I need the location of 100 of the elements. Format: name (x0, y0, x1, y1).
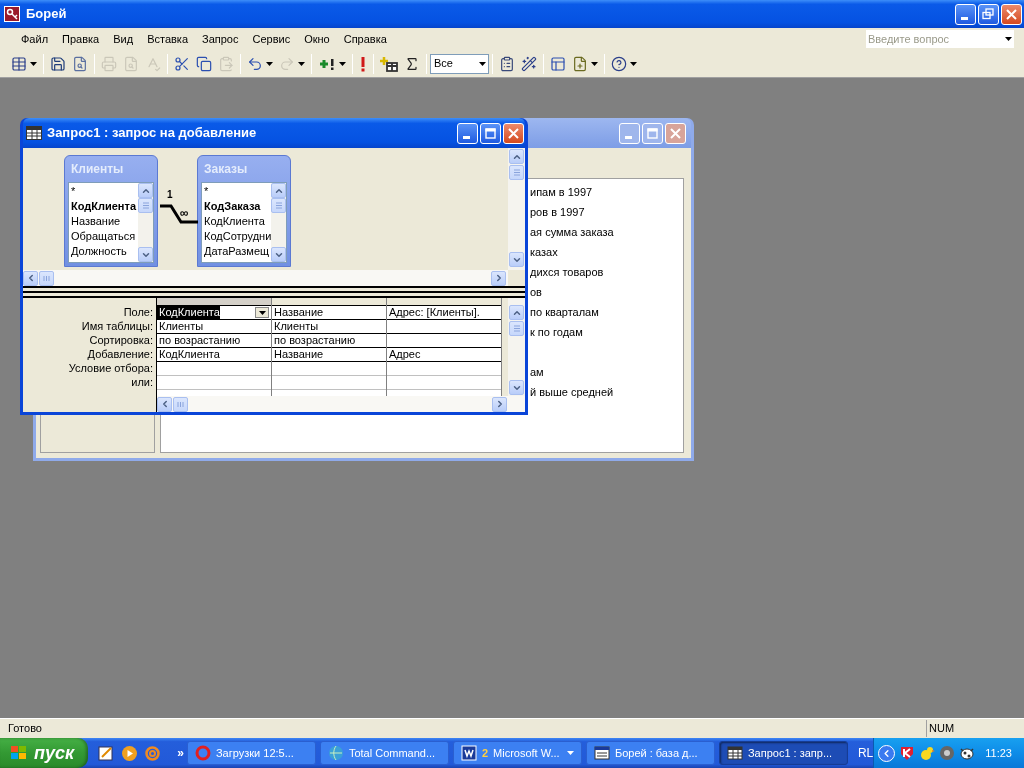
grid-cell[interactable]: КодКлиента (157, 348, 220, 361)
ring-icon (194, 745, 211, 761)
scroll-thumb[interactable] (138, 198, 153, 213)
grid-cell[interactable]: Название (272, 306, 324, 319)
scroll-down-button[interactable] (509, 380, 524, 395)
close-icon (1004, 6, 1019, 22)
exclamation-icon (359, 55, 367, 72)
taskbar-button[interactable]: Загрузки 12:5... (186, 741, 316, 765)
scroll-down-button[interactable] (509, 252, 524, 267)
grid-cell[interactable]: КодКлиента (157, 306, 220, 319)
object-item[interactable]: дихся товаров (530, 263, 604, 281)
object-item[interactable]: казах (530, 243, 558, 261)
caret-icon (591, 61, 598, 66)
object-item[interactable]: к по годам (530, 323, 583, 341)
minimize-button[interactable] (457, 122, 478, 144)
menu-item[interactable]: Запрос (195, 30, 246, 48)
menu-item[interactable]: Правка (55, 30, 107, 48)
close-icon (668, 125, 683, 141)
close-button[interactable] (1001, 3, 1022, 25)
notepad-icon[interactable] (98, 744, 116, 762)
scroll-down-button[interactable] (138, 247, 153, 262)
menu-item[interactable]: Вид (106, 30, 141, 48)
scroll-up-button[interactable] (138, 183, 153, 198)
menu-item[interactable]: Справка (336, 30, 394, 48)
taskbar-button[interactable]: Total Command... (319, 741, 449, 765)
column-selector[interactable] (387, 298, 501, 306)
field-item[interactable]: КодСотрудни (204, 229, 271, 244)
object-item[interactable]: по кварталам (530, 303, 599, 321)
field-item[interactable]: КодКлиента (204, 214, 271, 229)
field-item[interactable]: ДатаРазмещ (204, 244, 271, 259)
column-selector[interactable] (157, 298, 271, 306)
scroll-down-button[interactable] (271, 247, 286, 262)
menu-item[interactable]: Окно (297, 30, 337, 48)
grid-cell[interactable]: Адрес: [Клиенты]. (387, 306, 480, 319)
maximize-button[interactable] (480, 122, 501, 144)
row-label: Поле: (122, 305, 153, 319)
scroll-left-button[interactable] (157, 396, 172, 412)
start-button[interactable]: пуск (0, 738, 89, 768)
scroll-thumb[interactable] (509, 321, 524, 336)
scroll-right-button[interactable] (492, 396, 507, 412)
relationship-label: ∞ (180, 207, 189, 219)
language-indicator[interactable]: RL (857, 744, 874, 762)
ring-icon[interactable] (144, 744, 162, 762)
scissors-icon (174, 55, 190, 72)
more-button[interactable]: » (177, 744, 184, 762)
object-item[interactable]: ов (530, 283, 542, 301)
menu-item[interactable]: Сервис (245, 30, 298, 48)
scroll-thumb[interactable] (271, 198, 286, 213)
task-label: Microsoft W... (493, 745, 560, 761)
field-item[interactable]: * (204, 184, 271, 199)
object-item[interactable]: ров в 1997 (530, 203, 585, 221)
grid-column[interactable]: Название Клиенты по возрастанию Название (272, 298, 387, 396)
grid-cell[interactable]: Адрес (387, 348, 421, 361)
dropdown-button[interactable] (255, 307, 269, 318)
grid-column[interactable]: КодКлиента Клиенты по возрастанию КодКлиента (157, 298, 272, 396)
taskbar-button[interactable]: Борей : база д... (585, 741, 715, 765)
scroll-up-button[interactable] (271, 183, 286, 198)
scroll-up-button[interactable] (509, 149, 524, 164)
grid-cell[interactable]: Клиенты (157, 320, 204, 333)
window-title: Борей (26, 5, 68, 24)
menu-item[interactable]: Файл (14, 30, 56, 48)
row-label: Сортировка: (88, 333, 153, 347)
field-item[interactable]: Обращаться (71, 229, 138, 244)
restore-button[interactable] (978, 3, 999, 25)
menu-item[interactable]: Вставка (140, 30, 195, 48)
grid-cell[interactable]: по возрастанию (157, 334, 241, 347)
field-item[interactable]: Должность (71, 244, 138, 259)
object-item[interactable]: ая сумма заказа (530, 223, 614, 241)
top-values-combo[interactable]: Все (430, 53, 489, 74)
caret-icon (30, 61, 37, 66)
close-button[interactable] (503, 122, 524, 144)
speaker-icon[interactable] (939, 745, 956, 761)
object-item[interactable]: ам (530, 363, 544, 381)
taskbar-button[interactable]: 2 Microsoft W... (452, 741, 582, 765)
scroll-up-button[interactable] (509, 305, 524, 320)
scroll-thumb[interactable] (509, 165, 524, 180)
grid-cell[interactable]: Клиенты (272, 320, 319, 333)
duck-icon[interactable] (919, 745, 936, 761)
field-item[interactable]: КодЗаказа (204, 199, 271, 214)
taskbar-button[interactable]: Запрос1 : запр... (718, 741, 848, 765)
column-selector[interactable] (272, 298, 386, 306)
field-item[interactable]: Название (71, 214, 138, 229)
grid-cell[interactable]: по возрастанию (272, 334, 356, 347)
field-item[interactable]: КодКлиента (71, 199, 138, 214)
show-hidden-icons-button[interactable] (878, 744, 896, 762)
shield-icon[interactable] (899, 745, 916, 761)
grid-column[interactable]: Адрес: [Клиенты]. Адрес (387, 298, 502, 396)
pane-splitter[interactable] (23, 286, 525, 298)
scroll-thumb[interactable] (173, 396, 188, 412)
minimize-button[interactable] (955, 3, 976, 25)
caret-icon (566, 751, 574, 755)
scroll-thumb[interactable] (39, 270, 54, 286)
object-item[interactable]: й выше средней (530, 383, 614, 401)
play-icon[interactable] (121, 744, 139, 762)
scroll-right-button[interactable] (491, 270, 506, 286)
field-item[interactable]: * (71, 184, 138, 199)
scroll-left-button[interactable] (23, 270, 38, 286)
cow-icon[interactable] (959, 745, 976, 761)
grid-cell[interactable]: Название (272, 348, 324, 361)
object-item[interactable]: ипам в 1997 (530, 183, 593, 201)
